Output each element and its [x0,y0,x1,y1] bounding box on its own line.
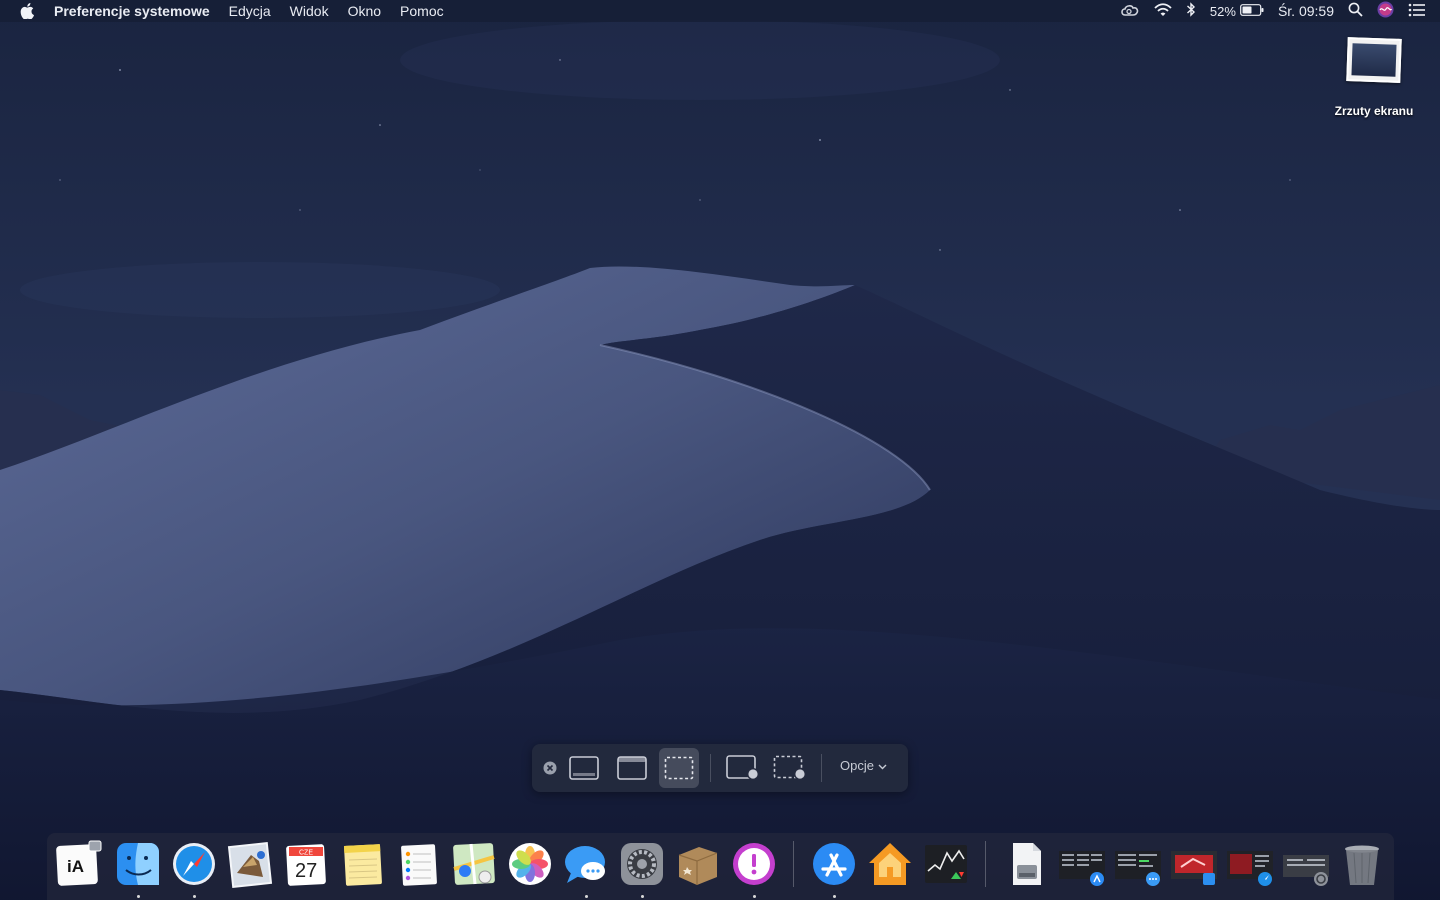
menu-bar: Preferencje systemowe Edycja Widok Okno … [0,0,1440,22]
active-app-menu[interactable]: Preferencje systemowe [54,3,210,19]
battery-icon[interactable] [1240,3,1264,19]
running-indicator [585,895,588,898]
dock-item-reminders[interactable] [393,839,443,889]
dock-item-disk-utility[interactable] [1001,839,1051,889]
omnifocus-icon [733,843,775,885]
record-selection-icon [773,755,806,780]
close-icon [543,761,557,775]
reminders-icon [401,844,437,886]
creative-cloud-icon[interactable] [1120,3,1140,20]
system-preferences-icon [621,843,663,885]
toolbar-divider [710,754,711,782]
mail-icon [227,842,273,888]
menu-pomoc[interactable]: Pomoc [400,3,444,19]
running-indicator [137,895,140,898]
menu-extras: 52% Śr. 09:59 [1120,0,1440,22]
record-screen-icon [726,755,759,780]
dock-item-minimized-window-3[interactable] [1169,839,1219,889]
calendar-icon: CZE 27 [286,844,326,886]
running-indicator [641,895,644,898]
ia-writer-icon: iA [56,840,102,886]
minimized-window-thumbnail-icon [1283,855,1329,886]
siri-icon[interactable] [1377,1,1394,21]
record-entire-screen-button[interactable] [723,748,763,788]
dock-item-minimized-window-5[interactable] [1281,839,1331,889]
capture-window-icon [617,756,647,780]
toolbar-divider [821,754,822,782]
home-icon [869,843,911,885]
dock-separator [985,841,986,887]
dock-separator [793,841,794,887]
minimized-window-thumbnail-icon [1227,851,1273,886]
calendar-day: 27 [295,860,317,882]
dock-item-maps[interactable] [449,839,499,889]
trash-icon [1345,845,1379,885]
running-indicator [753,895,756,898]
dock-item-stocks[interactable] [921,839,971,889]
apple-menu-icon[interactable] [16,0,38,22]
dock-item-calendar[interactable]: CZE 27 [281,839,331,889]
calendar-month: CZE [299,850,313,857]
dock-item-home[interactable] [865,839,915,889]
deliveries-icon [678,847,718,885]
chevron-down-icon [878,764,887,770]
dock-item-omnifocus[interactable] [729,839,779,898]
dock-item-trash[interactable] [1337,839,1387,889]
minimized-window-thumbnail-icon [1115,851,1161,886]
battery-percentage[interactable]: 52% [1210,4,1236,19]
close-toolbar-button[interactable] [543,761,557,775]
running-indicator [833,895,836,898]
record-selection-button[interactable] [770,748,810,788]
dock-item-finder[interactable] [113,839,163,898]
dock-item-messages[interactable] [561,839,611,898]
app-store-icon [813,843,855,885]
safari-icon [173,843,215,885]
dock-item-app-store[interactable] [809,839,859,898]
dock-item-notes[interactable] [337,839,387,889]
screenshot-folder-icon [1346,37,1402,83]
capture-selection-icon [664,756,694,780]
messages-icon [565,846,605,883]
photos-icon [509,843,551,885]
dock-item-deliveries[interactable] [673,839,723,889]
dock-item-safari[interactable] [169,839,219,898]
menu-clock[interactable]: Śr. 09:59 [1278,3,1334,19]
dock-item-mail[interactable] [225,839,275,889]
spotlight-search-icon[interactable] [1348,2,1363,20]
desktop-icon-screenshots[interactable]: Zrzuty ekranu [1326,37,1422,118]
minimized-window-thumbnail-icon [1171,851,1217,885]
dock-item-system-preferences[interactable] [617,839,667,898]
desktop-icon-label: Zrzuty ekranu [1334,104,1414,118]
options-label: Opcje [840,758,874,773]
dock-item-minimized-window-4[interactable] [1225,839,1275,889]
menu-okno[interactable]: Okno [348,3,381,19]
bluetooth-icon[interactable] [1186,2,1196,20]
finder-icon [117,843,159,885]
dock-item-minimized-window-2[interactable] [1113,839,1163,889]
stocks-icon [925,845,967,883]
disk-utility-icon [1013,843,1041,885]
running-indicator [193,895,196,898]
notes-icon [343,844,382,886]
svg-text:iA: iA [67,857,84,876]
screenshot-toolbar: Opcje [532,744,908,792]
menu-edycja[interactable]: Edycja [229,3,271,19]
capture-selection-button[interactable] [659,748,699,788]
dock-item-minimized-window-1[interactable] [1057,839,1107,889]
options-menu-button[interactable]: Opcje [840,758,887,773]
dock-item-photos[interactable] [505,839,555,889]
wifi-icon[interactable] [1154,2,1172,20]
dock: iA CZE 27 [47,833,1394,900]
capture-window-button[interactable] [612,748,652,788]
dock-item-ia-writer[interactable]: iA [53,839,103,889]
capture-entire-screen-button[interactable] [564,748,604,788]
menu-widok[interactable]: Widok [290,3,329,19]
notification-center-icon[interactable] [1408,3,1426,20]
capture-screen-icon [569,756,599,780]
maps-icon [453,843,495,885]
minimized-window-thumbnail-icon [1059,851,1105,886]
